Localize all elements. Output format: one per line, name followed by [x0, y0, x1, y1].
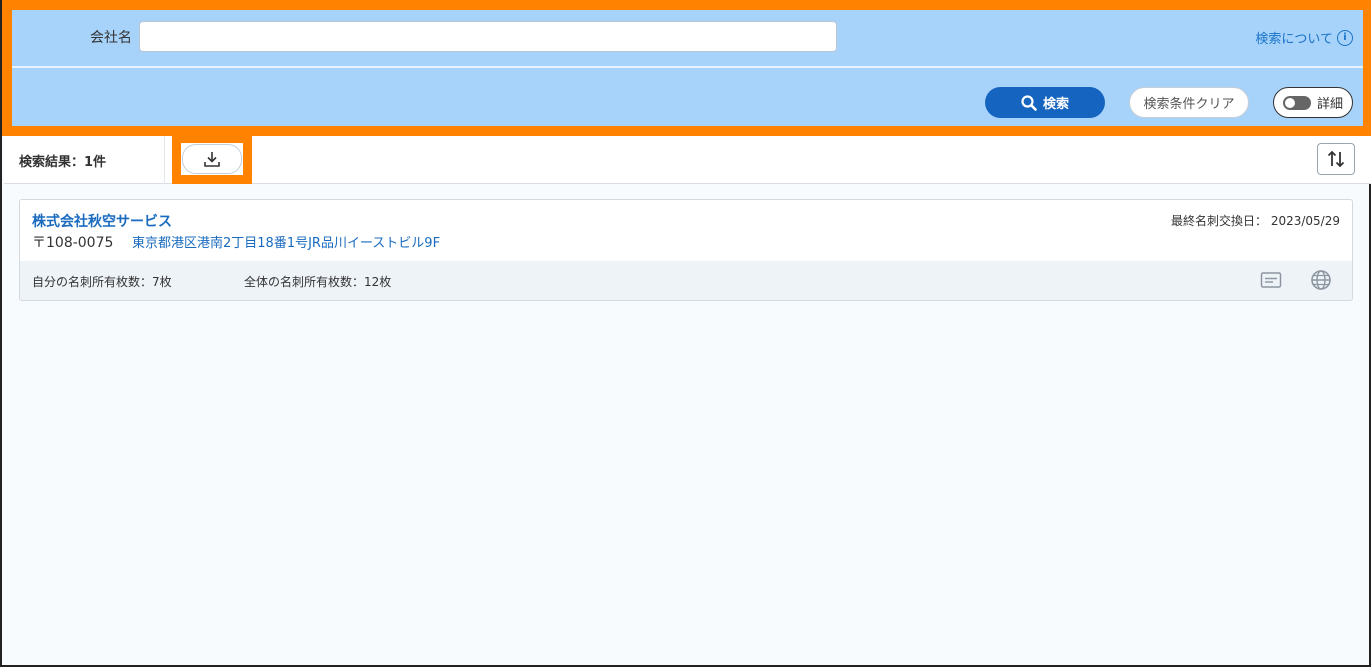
download-button[interactable] [182, 144, 242, 174]
search-button[interactable]: 検索 [985, 87, 1105, 118]
result-address-link[interactable]: 東京都港区港南2丁目18番1号JR品川イーストビル9F [132, 232, 440, 251]
sort-icon [1327, 150, 1345, 168]
search-row-main: 会社名 検索について i [12, 10, 1363, 68]
download-icon [204, 152, 220, 167]
company-name-label: 会社名 [90, 30, 132, 46]
detail-toggle[interactable]: 詳細 [1273, 87, 1353, 118]
all-card-count: 全体の名刺所有枚数：12枚 [244, 275, 392, 289]
result-company-name[interactable]: 株式会社秋空サービス [32, 211, 172, 231]
company-name-input[interactable] [139, 21, 837, 52]
search-icon [1021, 94, 1037, 111]
results-divider [164, 136, 165, 184]
results-count: 検索結果：1件 [19, 155, 107, 170]
own-card-count: 自分の名刺所有枚数：7枚 [32, 275, 172, 289]
detail-toggle-label: 詳細 [1316, 97, 1343, 112]
results-bar: 検索結果：1件 [4, 134, 1371, 184]
globe-icon[interactable] [1310, 269, 1332, 291]
download-highlight [172, 134, 252, 184]
about-search-link[interactable]: 検索について i [1255, 28, 1353, 47]
toggle-switch-icon [1282, 95, 1311, 110]
search-panel: 会社名 検索について i 検索 検索条件クリア 詳細 [2, 0, 1371, 136]
business-card-icon[interactable] [1260, 271, 1282, 289]
result-last-exchange-date: 最終名刺交換日： 2023/05/29 [1171, 214, 1340, 228]
sort-button[interactable] [1317, 143, 1355, 175]
app-frame: 会社名 検索について i 検索 検索条件クリア 詳細 検索結果：1件 株式会社秋… [0, 0, 1371, 667]
info-icon: i [1337, 29, 1353, 46]
result-card[interactable]: 株式会社秋空サービス 〒108-0075 東京都港区港南2丁目18番1号JR品川… [19, 199, 1353, 301]
result-postal-code: 〒108-0075 [32, 235, 114, 251]
search-button-label: 検索 [1042, 97, 1069, 112]
result-card-footer: 自分の名刺所有枚数：7枚 全体の名刺所有枚数：12枚 [20, 261, 1352, 300]
clear-conditions-button[interactable]: 検索条件クリア [1129, 87, 1249, 118]
about-search-label: 検索について [1255, 32, 1333, 47]
